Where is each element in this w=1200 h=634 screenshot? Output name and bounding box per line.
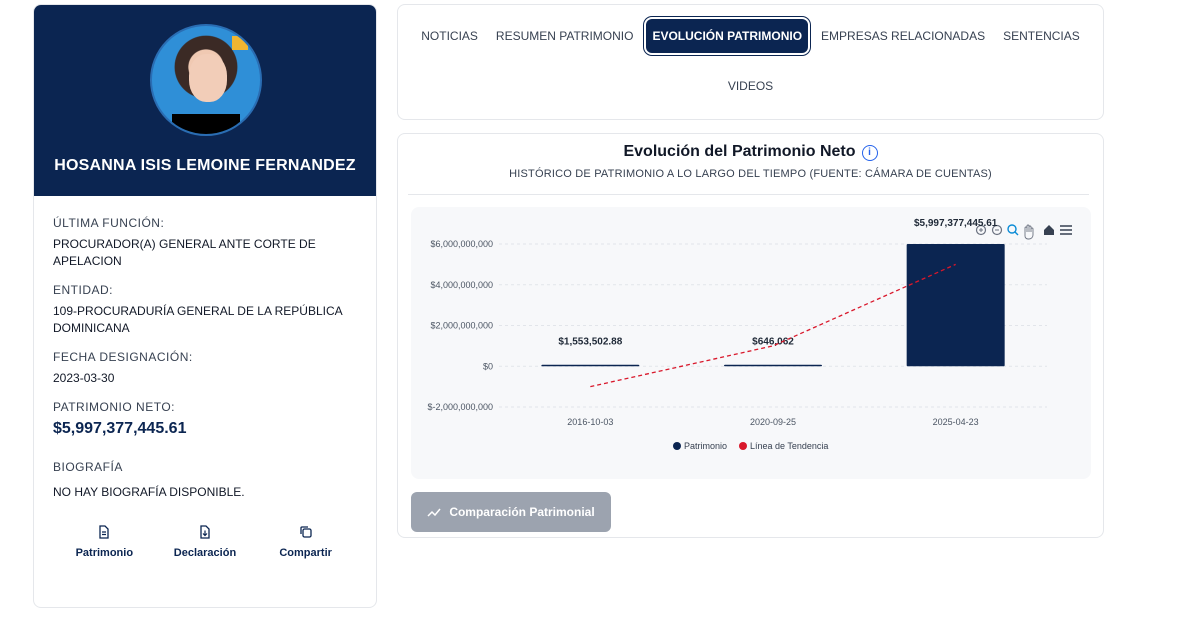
- file-download-icon: [200, 525, 210, 539]
- x-tick-label: 2020-09-25: [750, 417, 796, 427]
- y-tick-label: $6,000,000,000: [430, 239, 493, 249]
- fecha-label: FECHA DESIGNACIÓN:: [53, 350, 193, 364]
- y-tick-label: $0: [483, 361, 493, 371]
- compartir-action-button[interactable]: Compartir: [261, 525, 351, 559]
- x-axis: 2016-10-03 2020-09-25 2025-04-23: [567, 417, 978, 427]
- chart-area: $6,000,000,000 $4,000,000,000 $2,000,000,0…: [411, 207, 1091, 479]
- bars: [541, 244, 1005, 367]
- patrimonio-action-label: Patrimonio: [75, 547, 134, 559]
- patrimonio-action-button[interactable]: Patrimonio: [59, 525, 149, 559]
- entidad-value: 109-PROCURADURÍA GENERAL DE LA REPÚBLICA…: [53, 304, 342, 335]
- data-label: $646,062: [752, 336, 794, 347]
- pan-hand-icon[interactable]: [1024, 224, 1034, 240]
- avatar-censor-bar: [172, 114, 240, 134]
- entidad-label: ENTIDAD:: [53, 283, 114, 297]
- chart-svg: $6,000,000,000 $4,000,000,000 $2,000,000,0…: [427, 218, 1072, 451]
- profile-card: HOSANNA ISIS LEMOINE FERNANDEZ ÚLTIMA FU…: [33, 4, 377, 608]
- chart-subtitle: HISTÓRICO DE PATRIMONIO A LO LARGO DEL T…: [509, 168, 992, 180]
- funcion-value: PROCURADOR(A) GENERAL ANTE CORTE DE APEL…: [53, 237, 316, 268]
- tab-evolucion-patrimonio[interactable]: EVOLUCIÓN PATRIMONIO: [646, 19, 809, 53]
- profile-info: ÚLTIMA FUNCIÓN: PROCURADOR(A) GENERAL AN…: [34, 196, 376, 501]
- tab-noticias[interactable]: NOTICIAS: [412, 19, 487, 53]
- comparacion-patrimonial-button[interactable]: Comparación Patrimonial: [411, 492, 611, 532]
- copy-icon: [299, 526, 312, 538]
- avatar-face: [189, 54, 227, 102]
- profile-actions: Patrimonio Declaración Compartir: [34, 525, 376, 559]
- patrimonio-value: $5,997,377,445.61: [53, 420, 187, 437]
- search-zoom-icon[interactable]: [1007, 224, 1019, 236]
- profile-header: HOSANNA ISIS LEMOINE FERNANDEZ: [34, 5, 376, 196]
- document-icon: [99, 525, 109, 539]
- chart-card: Evolución del Patrimonio Neto i HISTÓRICO…: [397, 133, 1104, 538]
- funcion-label: ÚLTIMA FUNCIÓN:: [53, 216, 165, 230]
- legend-marker-patrimonio: [673, 442, 681, 450]
- trending-icon: [427, 508, 441, 517]
- y-tick-label: $-2,000,000,000: [427, 402, 493, 412]
- comparacion-patrimonial-label: Comparación Patrimonial: [449, 505, 595, 519]
- x-tick-label: 2016-10-03: [567, 417, 613, 427]
- tabs-card: NOTICIAS RESUMEN PATRIMONIO EVOLUCIÓN PA…: [397, 4, 1104, 120]
- tab-sentencias[interactable]: SENTENCIAS: [994, 19, 1089, 53]
- tabs-row: NOTICIAS RESUMEN PATRIMONIO EVOLUCIÓN PA…: [398, 19, 1103, 53]
- y-tick-label: $2,000,000,000: [430, 321, 493, 331]
- bar: [906, 244, 1005, 367]
- profile-name: HOSANNA ISIS LEMOINE FERNANDEZ: [54, 157, 356, 174]
- y-axis: $6,000,000,000 $4,000,000,000 $2,000,000,0…: [427, 239, 493, 412]
- bar: [541, 364, 640, 367]
- tab-resumen-patrimonio[interactable]: RESUMEN PATRIMONIO: [487, 19, 643, 53]
- compartir-action-label: Compartir: [279, 547, 332, 559]
- tab-empresas-relacionadas[interactable]: EMPRESAS RELACIONADAS: [812, 19, 994, 53]
- declaracion-action-button[interactable]: Declaración: [160, 525, 250, 559]
- biografia-value: NO HAY BIOGRAFÍA DISPONIBLE.: [53, 485, 245, 499]
- legend-label-patrimonio: Patrimonio: [684, 441, 727, 451]
- chart-title-text: Evolución del Patrimonio Neto: [623, 143, 856, 160]
- legend-marker-tendencia: [739, 442, 747, 450]
- x-tick-label: 2025-04-23: [933, 417, 979, 427]
- info-icon[interactable]: i: [861, 145, 878, 161]
- home-icon[interactable]: [1044, 225, 1054, 235]
- legend: Patrimonio Línea de Tendencia: [673, 441, 828, 451]
- tabs-row-2: VIDEOS: [398, 77, 1103, 95]
- chart-title: Evolución del Patrimonio Neto i: [398, 143, 1103, 161]
- tab-videos[interactable]: VIDEOS: [719, 69, 782, 103]
- menu-icon[interactable]: [1060, 225, 1072, 235]
- bar: [724, 364, 822, 367]
- patrimonio-label: PATRIMONIO NETO:: [53, 400, 176, 414]
- biografia-label: BIOGRAFÍA: [53, 460, 123, 474]
- avatar-badge: [232, 36, 248, 50]
- avatar: [150, 24, 262, 136]
- divider: [408, 194, 1089, 195]
- legend-label-tendencia: Línea de Tendencia: [750, 441, 828, 451]
- y-tick-label: $4,000,000,000: [430, 280, 493, 290]
- fecha-value: 2023-03-30: [53, 371, 115, 385]
- declaracion-action-label: Declaración: [173, 547, 237, 559]
- data-label: $5,997,377,445.61: [914, 218, 998, 229]
- data-label: $1,553,502.88: [558, 336, 622, 347]
